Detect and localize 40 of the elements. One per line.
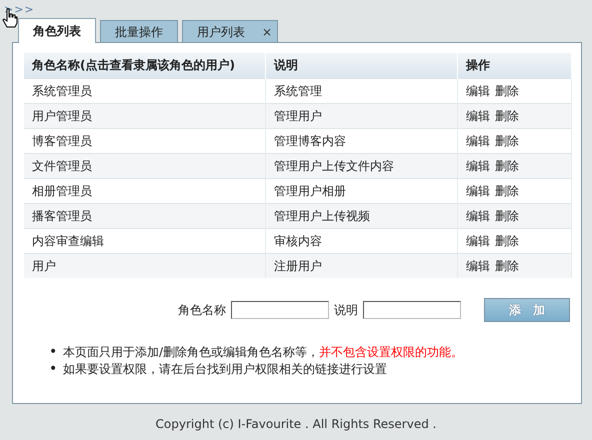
table-cell: 用户管理员 <box>24 104 266 128</box>
table-cell: 注册用户 <box>266 254 458 278</box>
bullet: • <box>49 361 58 378</box>
action-link[interactable]: 编辑 <box>466 184 490 198</box>
action-link[interactable]: 编辑 <box>466 134 490 148</box>
action-link[interactable]: 编辑 <box>466 208 490 222</box>
action-link[interactable]: 删除 <box>495 184 519 198</box>
action-link[interactable]: 编辑 <box>466 84 490 98</box>
table-cell: 播客管理员 <box>24 204 266 228</box>
action-link[interactable]: 编辑 <box>466 234 490 248</box>
table-cell: 用户 <box>24 254 266 278</box>
table-cell: 文件管理员 <box>24 154 266 178</box>
action-link[interactable]: 删除 <box>495 84 519 98</box>
action-link[interactable]: 删除 <box>495 158 519 172</box>
input-field[interactable] <box>231 301 329 319</box>
field-label: 角色名称 <box>178 302 226 318</box>
tab[interactable]: 批量操作 <box>100 20 178 42</box>
input-field[interactable] <box>363 301 461 319</box>
action-link[interactable]: 删除 <box>495 234 519 248</box>
column-header: 操作 <box>458 53 572 78</box>
table-cell: 管理用户上传文件内容 <box>266 154 458 178</box>
tab[interactable]: 角色列表 <box>18 18 96 43</box>
note-text: 如果要设置权限，请在后台找到用户权限相关的链接进行设置 <box>63 361 387 378</box>
action-link[interactable]: 删除 <box>495 134 519 148</box>
bullet: • <box>49 344 58 361</box>
action-link[interactable]: 编辑 <box>466 108 490 122</box>
tab[interactable]: 用户列表 × <box>182 20 278 42</box>
close-icon[interactable]: × <box>262 21 272 43</box>
action-link[interactable]: 删除 <box>495 108 519 122</box>
column-header: 角色名称(点击查看隶属该角色的用户) <box>24 53 266 78</box>
action-link[interactable]: 编辑 <box>466 258 490 272</box>
table-cell: 管理用户 <box>266 104 458 128</box>
field-label: 说明 <box>334 302 358 318</box>
column-header: 说明 <box>266 53 458 78</box>
note-text: 本页面只用于添加/删除角色或编辑角色名称等，并不包含设置权限的功能。 <box>63 344 464 361</box>
action-link[interactable]: 编辑 <box>466 158 490 172</box>
action-link[interactable]: 删除 <box>495 208 519 222</box>
table-cell: 管理用户上传视频 <box>266 204 458 228</box>
copyright-text: Copyright (c) I-Favourite . All Rights Reserved . <box>154 417 438 431</box>
action-link[interactable]: 删除 <box>495 258 519 272</box>
